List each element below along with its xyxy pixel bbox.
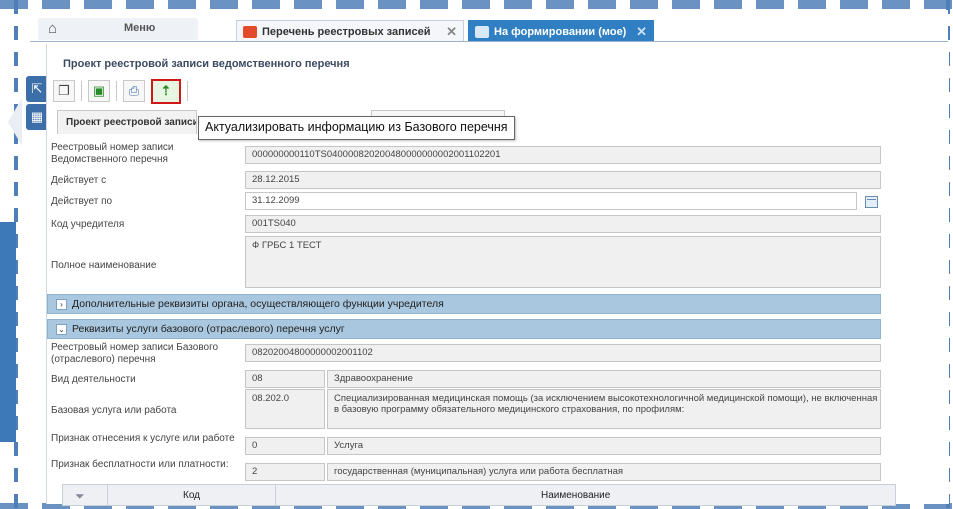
home-icon[interactable]: ⌂ <box>48 20 57 38</box>
toolbar-separator <box>187 81 188 101</box>
calendar-icon[interactable] <box>865 196 878 208</box>
toolbar-separator <box>116 81 117 101</box>
tab-in-progress[interactable]: На формировании (мое) ✕ <box>468 20 654 42</box>
grid-column-separator <box>275 485 276 505</box>
tab-in-progress-label: На формировании (мое) <box>494 25 627 38</box>
expand-icon[interactable]: › <box>56 298 67 310</box>
registry-list-icon <box>243 25 257 38</box>
subtab-record-label: Проект реестровой записи <box>66 117 197 128</box>
frame-top-border <box>0 0 953 9</box>
base-reg-number-field[interactable]: 08202004800000002001102 <box>245 344 881 362</box>
page-title: Проект реестровой записи ведомственного … <box>63 58 350 70</box>
valid-from-field[interactable]: 28.12.2015 <box>245 171 881 189</box>
service-code-field[interactable]: 08.202.0 <box>245 389 325 429</box>
subtab-record[interactable]: Проект реестровой записи <box>57 110 197 134</box>
section-base-service[interactable]: ⌄ Реквизиты услуги базового (отраслевого)… <box>47 319 881 339</box>
grid-header: ⏷ Код Наименование <box>62 484 896 506</box>
export-icon[interactable]: ⇱ <box>26 76 48 102</box>
full-name-field[interactable]: Ф ГРБС 1 ТЕСТ <box>245 236 881 288</box>
full-name-label: Полное наименование <box>51 260 157 271</box>
menu-label[interactable]: Меню <box>124 22 155 34</box>
section-additional-label: Дополнительные реквизиты органа, осущест… <box>72 298 444 310</box>
attr-free-code-field[interactable]: 2 <box>245 463 325 481</box>
close-icon[interactable]: ✕ <box>636 24 647 40</box>
in-progress-icon <box>475 25 489 38</box>
reg-number-field[interactable]: 000000000110TS04000082020048000000000200… <box>245 146 881 164</box>
attr-free-name-field[interactable]: государственная (муниципальная) услуга и… <box>327 463 881 481</box>
collapse-icon[interactable]: ⌄ <box>56 323 67 335</box>
attr-type-code-field[interactable]: 0 <box>245 437 325 455</box>
grid-col-name[interactable]: Наименование <box>541 490 610 501</box>
filter-icon[interactable]: ⏷ <box>75 489 85 504</box>
record-page: Проект реестровой записи ведомственного … <box>46 44 949 504</box>
toolbar-separator <box>81 81 82 101</box>
founder-code-field[interactable]: 001TS040 <box>245 215 881 233</box>
tab-menu[interactable]: ⌂ Меню <box>38 18 198 40</box>
save-icon: ▣ <box>92 83 106 98</box>
valid-to-field[interactable]: 31.12.2099 <box>245 192 857 210</box>
attr-type-label: Признак отнесения к услуге или работе <box>51 433 235 444</box>
upload-icon: ⇡ <box>160 83 172 98</box>
update-from-base-button[interactable]: ⇡ <box>151 78 181 104</box>
attr-type-name-field[interactable]: Услуга <box>327 437 881 455</box>
save-button[interactable]: ▣ <box>88 80 110 102</box>
tab-bar: ⌂ Меню Перечень реестровых записей ✕ На … <box>30 10 948 42</box>
base-reg-number-label: Реестровый номер записи Базового (отрасл… <box>51 342 219 365</box>
copy-icon: ❐ <box>58 83 70 98</box>
left-collapsed-panel[interactable] <box>0 222 16 442</box>
section-base-service-label: Реквизиты услуги базового (отраслевого) … <box>72 323 345 335</box>
copy-button[interactable]: ❐ <box>53 80 75 102</box>
grid-col-code[interactable]: Код <box>183 490 200 501</box>
founder-code-label: Код учредителя <box>51 219 125 230</box>
activity-name-field[interactable]: Здравоохранение <box>327 370 881 388</box>
toolbar: ❐ ▣ ⎙ ⇡ <box>53 78 188 104</box>
service-label: Базовая услуга или работа <box>51 405 177 416</box>
tab-registry-list-label: Перечень реестровых записей <box>262 25 431 38</box>
reg-number-label: Реестровый номер записи Ведомственного п… <box>51 142 174 165</box>
section-additional[interactable]: › Дополнительные реквизиты органа, осущес… <box>47 294 881 314</box>
activity-label: Вид деятельности <box>51 374 136 385</box>
valid-from-label: Действует с <box>51 175 107 186</box>
tooltip: Актуализировать информацию из Базового п… <box>198 116 515 140</box>
print-icon: ⎙ <box>128 83 140 98</box>
calculator-icon[interactable]: ▦ <box>26 104 48 130</box>
service-name-field[interactable]: Специализированная медицинская помощь (з… <box>327 389 881 429</box>
print-button[interactable]: ⎙ <box>123 80 145 102</box>
grid-column-separator <box>107 485 108 505</box>
close-icon[interactable]: ✕ <box>446 24 457 40</box>
side-arrow-icon <box>8 98 22 146</box>
valid-to-label: Действует по <box>51 196 113 207</box>
activity-code-field[interactable]: 08 <box>245 370 325 388</box>
tab-divider <box>30 41 948 42</box>
tab-registry-list[interactable]: Перечень реестровых записей ✕ <box>236 20 464 42</box>
attr-free-label: Признак бесплатности или платности: <box>51 459 229 470</box>
